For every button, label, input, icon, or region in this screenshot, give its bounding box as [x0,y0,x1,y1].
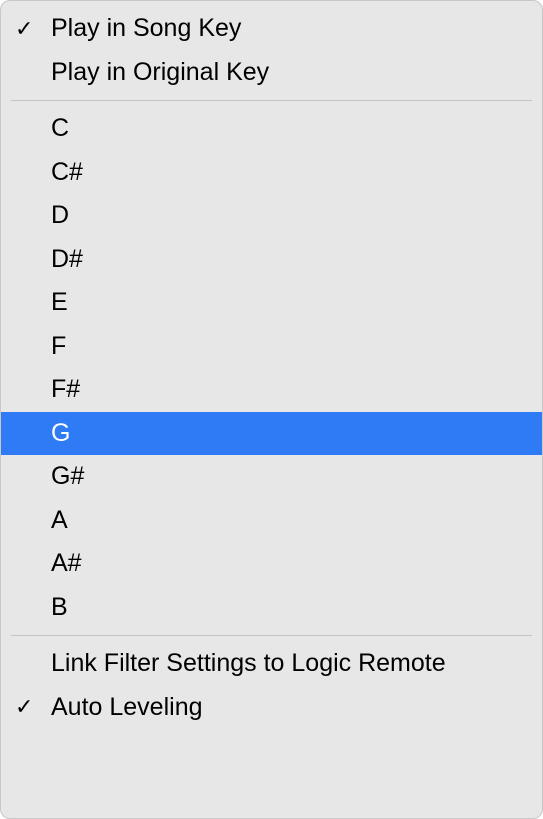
checkmark-icon: ✓ [15,696,33,718]
menu-item-label: G# [51,462,528,491]
menu-item-key-c-sharp[interactable]: C# [1,151,542,195]
menu-item-key-a-sharp[interactable]: A# [1,542,542,586]
menu-item-key-f-sharp[interactable]: F# [1,368,542,412]
menu-item-key-d[interactable]: D [1,194,542,238]
checkmark-icon: ✓ [15,18,33,40]
menu-item-play-original-key[interactable]: Play in Original Key [1,51,542,95]
menu-item-label: F# [51,375,528,404]
menu-separator [11,635,532,636]
menu-item-label: D# [51,245,528,274]
menu-item-key-c[interactable]: C [1,107,542,151]
menu-item-key-f[interactable]: F [1,325,542,369]
menu-item-label: Play in Song Key [51,14,528,43]
menu-item-key-b[interactable]: B [1,586,542,630]
menu-item-link-filter-settings[interactable]: Link Filter Settings to Logic Remote [1,642,542,686]
context-menu: ✓ Play in Song Key Play in Original Key … [0,0,543,819]
menu-item-label: A# [51,549,528,578]
check-slot: ✓ [15,18,51,40]
menu-item-auto-leveling[interactable]: ✓ Auto Leveling [1,686,542,730]
menu-item-label: C [51,114,528,143]
menu-item-label: Auto Leveling [51,693,528,722]
menu-item-label: D [51,201,528,230]
menu-item-label: F [51,332,528,361]
menu-item-label: G [51,419,528,448]
menu-item-key-g-sharp[interactable]: G# [1,455,542,499]
menu-item-label: Link Filter Settings to Logic Remote [51,649,528,678]
menu-item-key-d-sharp[interactable]: D# [1,238,542,282]
menu-item-key-a[interactable]: A [1,499,542,543]
menu-item-label: C# [51,158,528,187]
menu-item-label: E [51,288,528,317]
menu-item-key-e[interactable]: E [1,281,542,325]
menu-item-label: Play in Original Key [51,58,528,87]
menu-item-key-g[interactable]: G [1,412,542,456]
menu-item-play-song-key[interactable]: ✓ Play in Song Key [1,7,542,51]
check-slot: ✓ [15,696,51,718]
menu-separator [11,100,532,101]
menu-item-label: B [51,593,528,622]
menu-item-label: A [51,506,528,535]
